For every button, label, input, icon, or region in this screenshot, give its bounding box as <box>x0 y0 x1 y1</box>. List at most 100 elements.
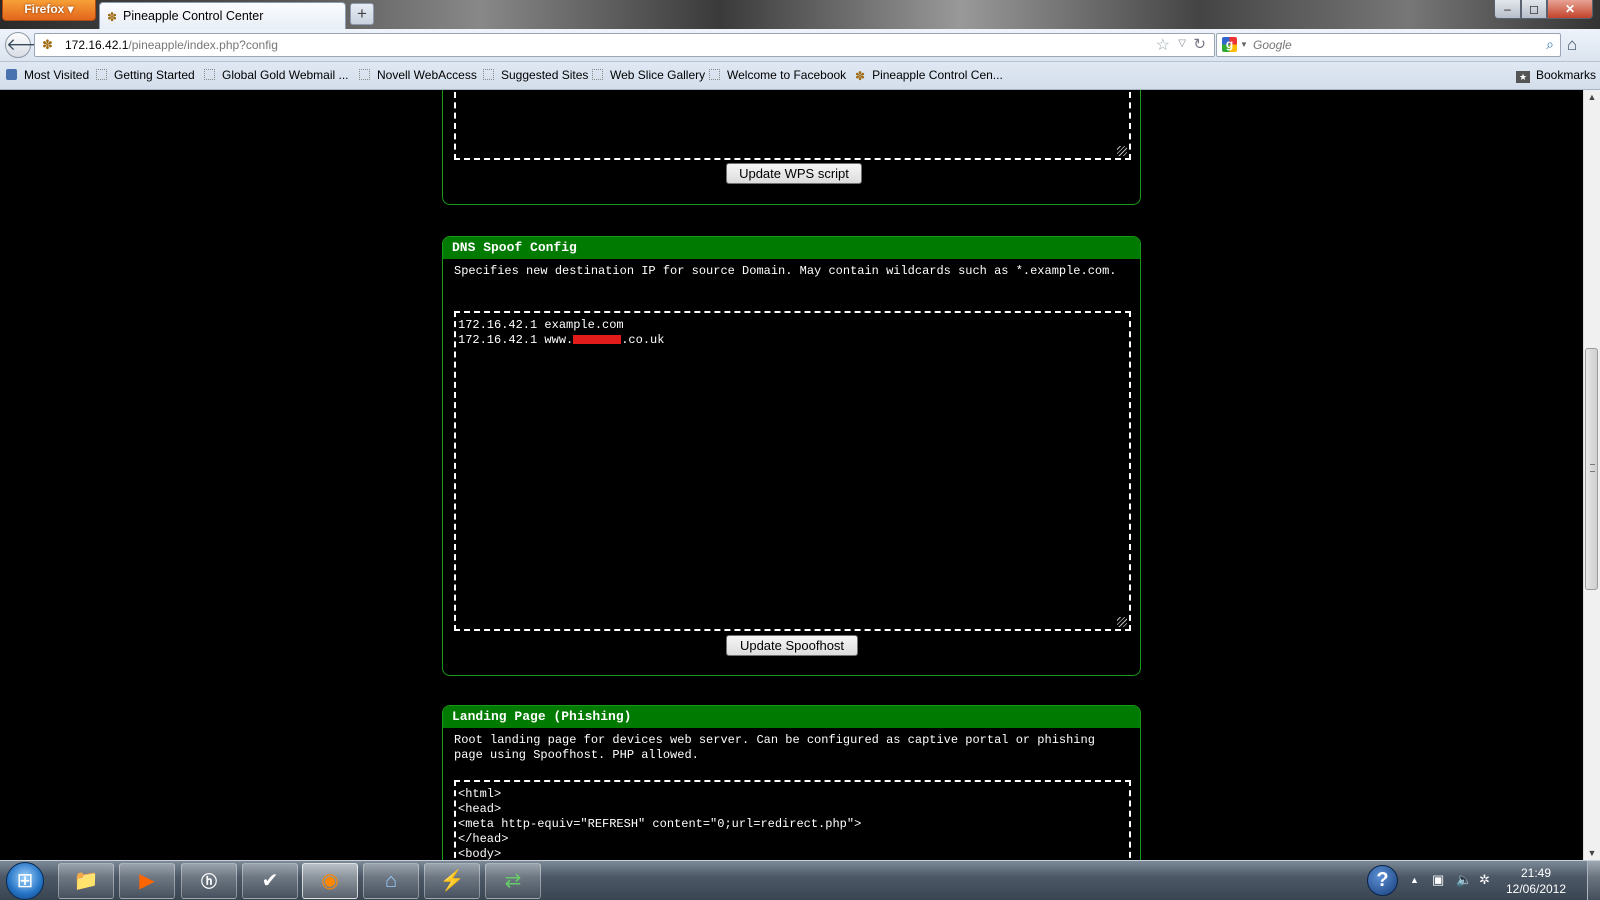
page-icon <box>483 69 494 80</box>
task-app-icon: ✔ <box>261 870 279 892</box>
grip-icon <box>1590 464 1595 472</box>
pineapple-icon: ✽ <box>42 37 53 52</box>
wps-panel: Update WPS script <box>442 90 1141 205</box>
search-bar[interactable]: g ▼ Google ⌕ <box>1216 33 1561 57</box>
firefox-menu-label: Firefox <box>24 2 65 16</box>
landing-page-panel: Landing Page (Phishing) Root landing pag… <box>442 705 1141 860</box>
taskbar-remote-app[interactable]: ⚡ <box>424 863 480 899</box>
firefox-menu-button[interactable]: Firefox ▾ <box>2 0 96 21</box>
bookmarks-icon: ★ <box>1516 71 1530 83</box>
search-input[interactable]: Google <box>1253 38 1292 52</box>
show-hidden-icons-icon[interactable]: ▲ <box>1410 875 1419 885</box>
bookmark-global-gold-webmail[interactable]: Global Gold Webmail ... <box>204 68 349 82</box>
most-visited-icon <box>6 69 17 80</box>
windows-taskbar: ⊞ 📁 ▶ ⓗ ✔ ◉ ⌂ ⚡ ⇄ ? ▲ ▣ 🔈 ✲ 21:49 12/06/… <box>0 860 1600 900</box>
taskbar-hp[interactable]: ⓗ <box>181 863 237 899</box>
bookmark-label: Pineapple Control Cen... <box>872 68 1003 82</box>
search-icon[interactable]: ⌕ <box>1546 36 1554 53</box>
vertical-scrollbar[interactable]: ▲ ▼ <box>1583 90 1600 860</box>
remote-app-icon: ⚡ <box>439 870 465 892</box>
minimize-button[interactable]: – <box>1494 0 1521 19</box>
system-clock[interactable]: 21:49 12/06/2012 <box>1500 865 1572 897</box>
scroll-down-icon[interactable]: ▼ <box>1584 848 1600 858</box>
taskbar-explorer[interactable]: 📁 <box>58 863 114 899</box>
resize-grip-icon[interactable] <box>1117 146 1127 156</box>
page-icon <box>709 69 720 80</box>
url-host: 172.16.42.1 <box>65 38 129 52</box>
taskbar-transfer-app[interactable]: ⇄ <box>485 863 541 899</box>
redaction-bar <box>573 335 622 344</box>
taskbar-task-app[interactable]: ✔ <box>242 863 298 899</box>
transfer-app-icon: ⇄ <box>504 870 522 892</box>
wps-script-textarea[interactable] <box>454 90 1131 160</box>
bookmark-label: Most Visited <box>24 68 90 82</box>
windows-logo-icon: ⊞ <box>16 870 34 892</box>
landing-page-description: Root landing page for devices web server… <box>454 733 1095 762</box>
close-window-button[interactable]: ✕ <box>1547 0 1593 19</box>
dns-spoof-title: DNS Spoof Config <box>443 237 1140 259</box>
bookmark-getting-started[interactable]: Getting Started <box>96 68 195 82</box>
bookmark-most-visited[interactable]: Most Visited <box>6 68 89 82</box>
help-icon[interactable]: ? <box>1367 865 1398 896</box>
spoofhost-textarea[interactable]: 172.16.42.1 example.com 172.16.42.1 www.… <box>454 311 1131 631</box>
page-icon <box>359 69 370 80</box>
tab-title: Pineapple Control Center <box>123 9 264 23</box>
url-text[interactable]: 172.16.42.1/pineapple/index.php?config <box>65 38 278 52</box>
dns-spoof-panel: DNS Spoof Config Specifies new destinati… <box>442 236 1141 676</box>
bookmark-label: Suggested Sites <box>501 68 589 82</box>
page-content: Update WPS script DNS Spoof Config Speci… <box>0 90 1583 860</box>
dns-spoof-description: Specifies new destination IP for source … <box>454 264 1117 278</box>
bookmark-star-icon[interactable]: ☆ <box>1156 35 1170 55</box>
windows-explorer-icon: 📁 <box>73 870 99 892</box>
bookmarks-menu-label: Bookmarks <box>1536 68 1597 82</box>
landing-page-textarea[interactable]: <html> <head> <meta http-equiv="REFRESH"… <box>454 780 1131 860</box>
landing-page-title: Landing Page (Phishing) <box>443 706 1140 728</box>
navigation-toolbar: 🡐 ✽ 172.16.42.1/pineapple/index.php?conf… <box>0 29 1600 62</box>
page-icon <box>96 69 107 80</box>
url-bar[interactable]: ✽ 172.16.42.1/pineapple/index.php?config… <box>34 33 1215 57</box>
bookmark-web-slice-gallery[interactable]: Web Slice Gallery <box>592 68 705 82</box>
new-tab-button[interactable]: + <box>350 3 374 25</box>
scroll-up-icon[interactable]: ▲ <box>1584 92 1600 102</box>
clock-time: 21:49 <box>1520 866 1552 880</box>
bookmark-novell-webaccess[interactable]: Novell WebAccess <box>359 68 477 82</box>
taskbar-network-app[interactable]: ⌂ <box>363 863 419 899</box>
history-dropdown-icon[interactable]: ▽ <box>1178 38 1186 49</box>
show-desktop-button[interactable] <box>1587 861 1600 900</box>
media-player-icon: ▶ <box>139 870 155 892</box>
hp-icon: ⓗ <box>200 874 217 891</box>
reload-icon[interactable]: ↻ <box>1193 35 1206 53</box>
device-icon[interactable]: ▣ <box>1432 872 1444 888</box>
back-button[interactable]: 🡐 <box>5 32 52 58</box>
bookmark-label: Web Slice Gallery <box>610 68 706 82</box>
bookmark-welcome-to-facebook[interactable]: Welcome to Facebook <box>709 68 846 82</box>
spoof-line-1: 172.16.42.1 example.com <box>458 318 624 332</box>
taskbar-firefox[interactable]: ◉ <box>302 863 358 899</box>
home-icon[interactable]: ⌂ <box>1567 35 1577 55</box>
bookmark-pineapple-control-center[interactable]: ✽ Pineapple Control Cen... <box>855 68 1003 83</box>
bookmarks-toolbar: Most Visited Getting Started Global Gold… <box>0 62 1600 90</box>
spoof-line-2-prefix: 172.16.42.1 www. <box>458 333 574 347</box>
bookmarks-menu-button[interactable]: ★ Bookmarks <box>1516 68 1596 83</box>
bookmark-label: Getting Started <box>114 68 195 82</box>
taskbar-media-player[interactable]: ▶ <box>119 863 175 899</box>
resize-grip-icon[interactable] <box>1117 617 1127 627</box>
url-path: /pineapple/index.php?config <box>128 38 278 52</box>
page-icon <box>204 69 215 80</box>
pineapple-icon: ✽ <box>107 10 118 24</box>
spoof-line-2-suffix: .co.uk <box>621 333 665 347</box>
firefox-icon: ◉ <box>321 870 339 892</box>
maximize-button[interactable]: ◻ <box>1521 0 1547 19</box>
update-spoofhost-button[interactable]: Update Spoofhost <box>726 635 858 656</box>
update-wps-button[interactable]: Update WPS script <box>726 163 862 184</box>
volume-icon[interactable]: 🔈 <box>1456 872 1472 888</box>
network-icon[interactable]: ✲ <box>1479 872 1490 888</box>
bookmark-suggested-sites[interactable]: Suggested Sites <box>483 68 588 82</box>
tab-pineapple-control-center[interactable]: ✽ Pineapple Control Center <box>99 2 346 29</box>
google-icon[interactable]: g <box>1222 37 1237 52</box>
bookmark-label: Welcome to Facebook <box>727 68 847 82</box>
title-bar: Firefox ▾ ✽ Pineapple Control Center + –… <box>0 0 1600 29</box>
scrollbar-thumb[interactable] <box>1585 348 1598 590</box>
engine-dropdown-icon[interactable]: ▼ <box>1240 40 1248 49</box>
start-button[interactable]: ⊞ <box>6 862 44 900</box>
